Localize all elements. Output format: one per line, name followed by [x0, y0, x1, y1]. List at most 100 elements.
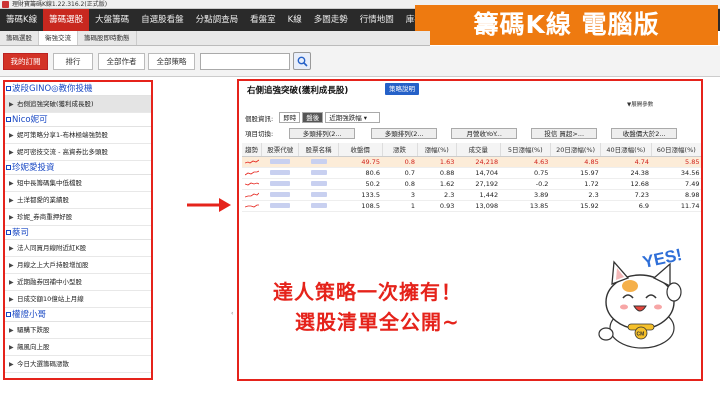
all-authors-button[interactable]: 全部作者	[98, 53, 145, 70]
strategy-info-button[interactable]: 策略說明	[385, 83, 419, 95]
strategy-item[interactable]: ▶ 短中長籌碼集中低檔股	[5, 175, 151, 192]
menu-market-chips[interactable]: 大盤籌碼	[89, 9, 135, 31]
cell-change-pct: 0.93	[417, 200, 457, 212]
strategy-item[interactable]: ▶ 土洋都愛的業績股	[5, 192, 151, 209]
strategy-label: 右側追強突破(獲利成長股)	[17, 100, 94, 108]
strategy-item[interactable]: ▶ 右側追強突破(獲利成長股)	[5, 96, 151, 113]
sparkline	[242, 178, 262, 190]
sparkline	[242, 200, 262, 212]
result-header: 右側追強突破(獲利成長股) 策略說明	[239, 83, 701, 97]
col-name[interactable]: 股票名稱	[298, 143, 339, 157]
strategy-item[interactable]: ▶ 妮可策略分享1-布林極端強勢股	[5, 127, 151, 144]
menu-chips-kline[interactable]: 籌碼K線	[0, 9, 43, 31]
search-input[interactable]	[200, 53, 290, 70]
after-hours-toggle[interactable]: 盤後	[302, 112, 324, 123]
search-button[interactable]	[293, 52, 311, 70]
strategy-label: 日成交額10億站上月線	[17, 295, 84, 303]
strategy-item[interactable]: ▶ 月線之上大戶持股增加股	[5, 257, 151, 274]
group-tsai[interactable]: 蔡司	[5, 226, 151, 240]
toggle-item[interactable]: 收盤價大於2...	[611, 127, 678, 139]
menu-multi-chart[interactable]: 多圖走勢	[308, 9, 354, 31]
cell-20d: 2.3	[550, 189, 601, 201]
strategy-label: 妮可密技交流 - 高資券比多頭股	[17, 148, 108, 156]
table-row[interactable]: 49.75 0.8 1.63 24,218 4.63 4.85 4.74 5.8…	[242, 156, 701, 168]
cell-20d: 15.97	[550, 167, 601, 179]
chevron-right-icon: ▶	[9, 101, 14, 108]
cell-volume: 13,098	[456, 200, 501, 212]
strategy-item[interactable]: ▶ 飆風向上股	[5, 339, 151, 356]
col-20d[interactable]: 20日漲幅(%)	[550, 143, 602, 157]
cell-change-pct: 1.63	[417, 156, 457, 168]
cell-20d: 4.85	[550, 156, 601, 168]
promo-line-1: 達人策略一次擁有！	[273, 280, 462, 304]
stock-code	[261, 167, 299, 179]
strategy-item[interactable]: ▶ 日成交額10億站上月線	[5, 291, 151, 308]
group-jenny[interactable]: 珍妮愛投資	[5, 161, 151, 175]
cell-20d: 1.72	[550, 178, 601, 190]
menu-chips-stock-pick[interactable]: 籌碼選股	[43, 9, 90, 31]
expand-params-toggle[interactable]: ▼展開參數	[627, 100, 653, 108]
strategy-label: 近期融券回補中小型股	[17, 278, 82, 286]
mascot-yes-text: YES!	[641, 245, 684, 272]
strategy-title: 右側追強突破(獲利成長股)	[247, 86, 349, 96]
cell-60d: 11.74	[651, 200, 701, 212]
sparkline	[242, 167, 262, 179]
strategy-label: 今日大選籌碼漲散	[17, 360, 69, 368]
tab-chips-pick[interactable]: 籌碼選股	[0, 31, 39, 45]
menu-watch-room[interactable]: 看盤室	[244, 9, 282, 31]
range-dropdown[interactable]: 近期強跌幅 ▾	[325, 112, 381, 123]
menu-watchlist[interactable]: 自選股看盤	[135, 9, 190, 31]
col-volume[interactable]: 成交量	[456, 143, 501, 157]
col-change-pct[interactable]: 漲幅(%)	[417, 143, 457, 157]
col-close[interactable]: 收盤價	[338, 143, 383, 157]
panel-splitter[interactable]: ‹	[231, 80, 235, 380]
strategy-list-panel: 波段GINO◎教你投機 ▶ 右側追強突破(獲利成長股) Nico妮可 ▶ 妮可策略分…	[3, 80, 153, 380]
col-60d[interactable]: 60日漲幅(%)	[651, 143, 701, 157]
app-icon	[2, 1, 9, 8]
menu-kline[interactable]: K線	[282, 9, 308, 31]
stock-code	[261, 156, 299, 168]
col-5d[interactable]: 5日漲幅(%)	[500, 143, 551, 157]
table-row[interactable]: 133.5 3 2.3 1,442 3.89 2.3 7.23 8.98	[242, 189, 701, 201]
strategy-label: 月線之上大戶持股增加股	[17, 261, 89, 269]
strategy-item[interactable]: ▶ 妮可密技交流 - 高資券比多頭股	[5, 144, 151, 161]
strategy-item[interactable]: ▶ 珍妮_券商重押好股	[5, 209, 151, 226]
tab-live-chips[interactable]: 籌碼股即時動態	[78, 31, 137, 45]
table-row[interactable]: 108.5 1 0.93 13,098 13.85 15.92 6.9 11.7…	[242, 200, 701, 212]
menu-market-map[interactable]: 行情地圖	[354, 9, 400, 31]
toggle-item[interactable]: 多頭排列(2...	[371, 127, 438, 139]
realtime-toggle[interactable]: 即時	[279, 112, 301, 123]
strategy-item[interactable]: ▶ 今日大選籌碼漲散	[5, 356, 151, 373]
toggle-item[interactable]: 投信 買超>...	[531, 127, 598, 139]
col-code[interactable]: 股票代號	[261, 143, 300, 157]
range-dropdown-value: 近期強跌幅	[329, 114, 362, 122]
table-row[interactable]: 80.6 0.7 0.88 14,704 0.75 15.97 24.38 34…	[242, 167, 701, 179]
ranking-button[interactable]: 排行	[53, 53, 93, 70]
tab-exchange[interactable]: 衛強交流	[39, 31, 78, 45]
chevron-right-icon: ▶	[9, 180, 14, 187]
strategy-item[interactable]: ▶ 驅購下跌股	[5, 322, 151, 339]
toggle-item[interactable]: 多頭排列(2...	[289, 127, 356, 139]
group-nico[interactable]: Nico妮可	[5, 113, 151, 127]
toggle-item[interactable]: 月營收YoY...	[451, 127, 518, 139]
col-change[interactable]: 漲跌	[382, 143, 418, 157]
stock-name	[298, 167, 339, 179]
col-40d[interactable]: 40日漲幅(%)	[600, 143, 652, 157]
cell-40d: 4.74	[600, 156, 652, 168]
all-strategies-button[interactable]: 全部策略	[148, 53, 195, 70]
strategy-item[interactable]: ▶ 法人同買月線附近紅K股	[5, 240, 151, 257]
table-row[interactable]: 50.2 0.8 1.62 27,192 -0.2 1.72 12.68 7.4…	[242, 178, 701, 190]
group-warrant[interactable]: 權證小哥	[5, 308, 151, 322]
stock-name	[298, 156, 339, 168]
my-subscriptions-button[interactable]: 我的訂閱	[3, 53, 48, 70]
strategy-label: 妮可策略分享1-布林極端強勢股	[17, 131, 108, 139]
collapse-icon[interactable]: ‹	[231, 310, 233, 317]
col-trend[interactable]: 趨勢	[242, 143, 263, 157]
toolbar: 我的訂閱 排行 全部作者 全部策略	[0, 46, 720, 77]
menu-branch-survey[interactable]: 分點調查局	[190, 9, 245, 31]
strategy-item[interactable]: ▶ 近期融券回補中小型股	[5, 274, 151, 291]
arrow-right-icon	[187, 198, 231, 212]
group-gino[interactable]: 波段GINO◎教你投機	[5, 82, 151, 96]
cell-60d: 8.98	[651, 189, 701, 201]
stock-name	[298, 178, 339, 190]
